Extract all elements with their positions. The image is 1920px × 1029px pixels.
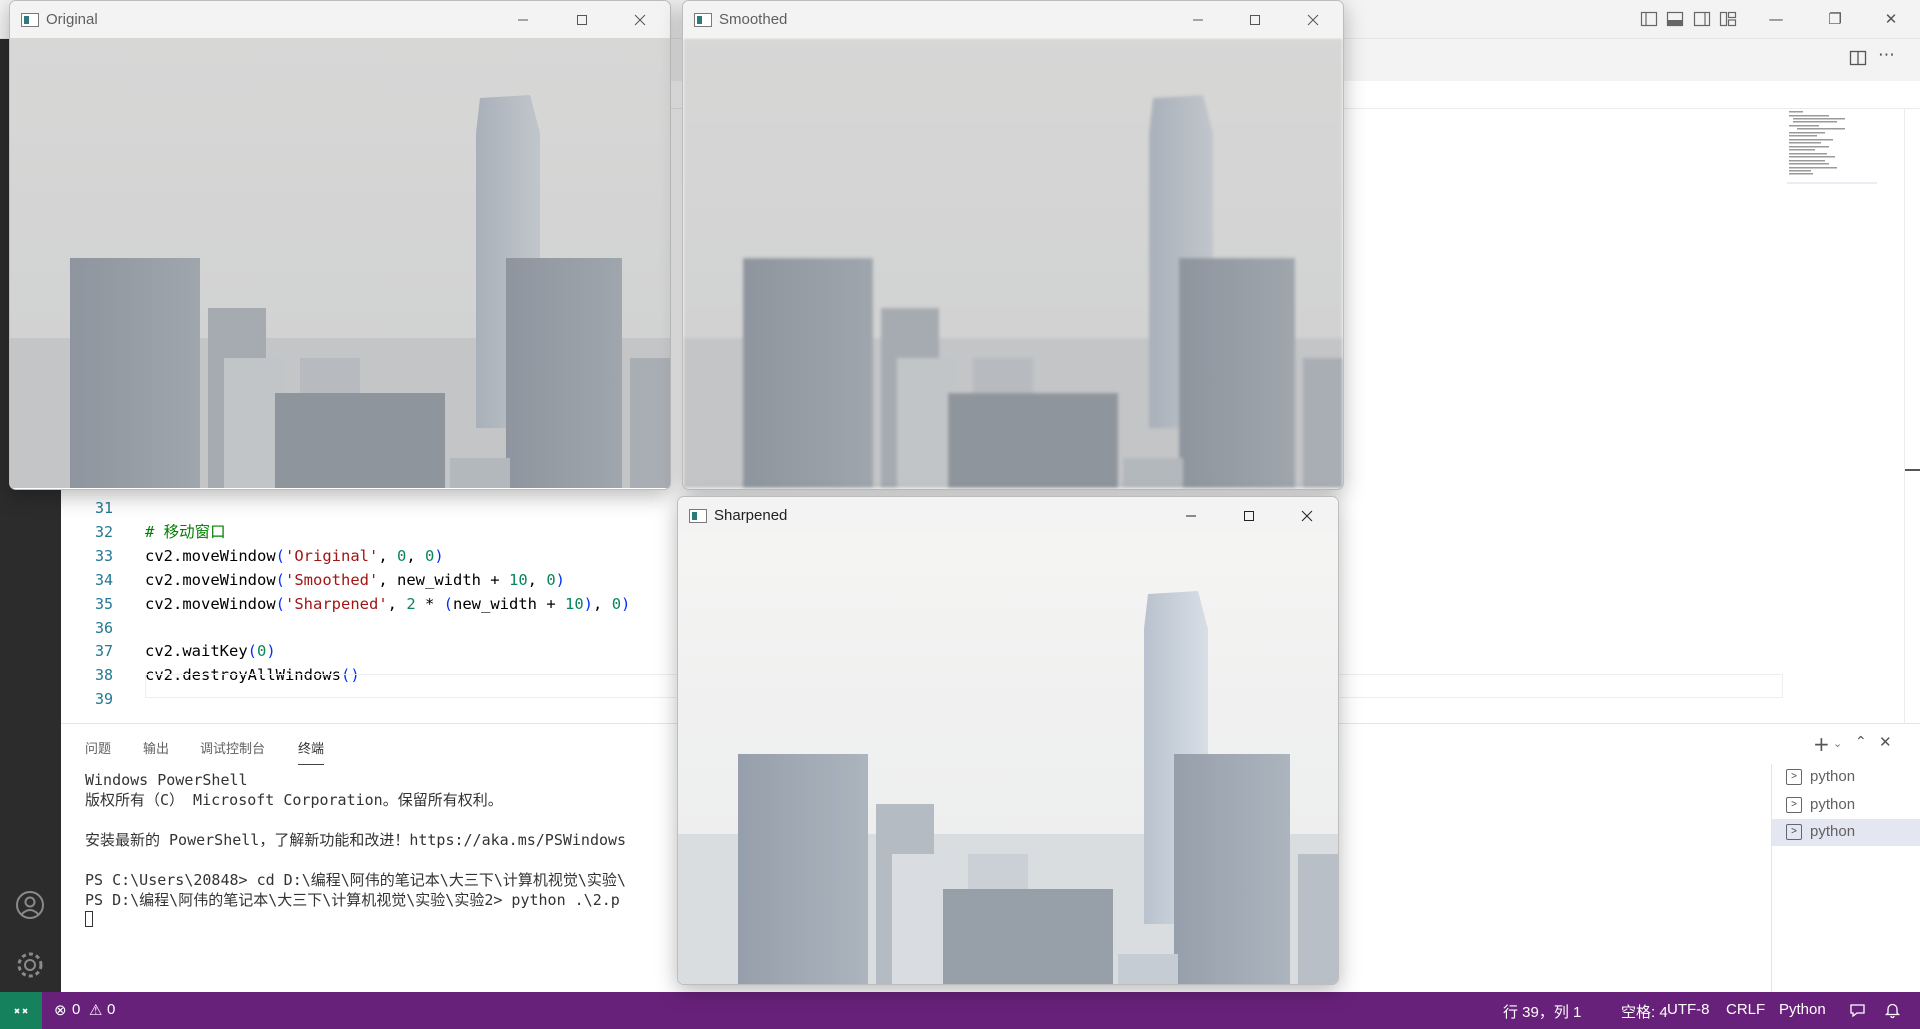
window-smoothed[interactable]: Smoothed	[682, 0, 1344, 490]
terminal-line: 版权所有（C） Microsoft Corporation。保留所有权利。	[85, 791, 503, 809]
line-number: 32	[94, 522, 113, 541]
code-line[interactable]: cv2.waitKey(0)	[145, 639, 276, 663]
vscode-restore-icon[interactable]: ❐	[1823, 7, 1847, 31]
terminal-instance-item[interactable]: > python	[1772, 819, 1920, 846]
tab-debug-console[interactable]: 调试控制台	[200, 738, 265, 757]
customize-layout-icon[interactable]	[1719, 10, 1737, 28]
terminal-icon: >	[1786, 824, 1802, 840]
vscode-minimize-icon[interactable]: —	[1764, 7, 1788, 31]
minimize-icon[interactable]	[1177, 503, 1205, 529]
split-editor-icon[interactable]	[1849, 49, 1867, 67]
feedback-icon[interactable]	[1849, 1002, 1866, 1019]
window-title: Original	[46, 11, 98, 28]
language-mode[interactable]: Python	[1779, 1001, 1826, 1018]
line-number: 31	[94, 499, 113, 517]
smoothed-image	[683, 38, 1343, 489]
remote-icon	[14, 1007, 28, 1014]
maximize-icon[interactable]	[568, 7, 596, 33]
close-icon[interactable]	[1299, 7, 1327, 33]
terminal-icon: >	[1786, 796, 1802, 813]
close-panel-icon[interactable]: ✕	[1879, 733, 1892, 751]
maximize-panel-icon[interactable]: ⌃	[1855, 734, 1867, 750]
line-number: 37	[94, 642, 113, 661]
code-line[interactable]: cv2.moveWindow('Original', 0, 0)	[145, 544, 444, 568]
terminal-instance-item[interactable]: > python	[1772, 764, 1920, 791]
maximize-icon[interactable]	[1241, 7, 1269, 33]
maximize-icon[interactable]	[1235, 503, 1263, 529]
sharpened-image	[678, 534, 1338, 984]
settings-gear-icon[interactable]	[14, 949, 46, 981]
line-number: 39	[94, 690, 113, 709]
window-original[interactable]: Original	[9, 0, 671, 490]
editor-scrollbar[interactable]	[1904, 109, 1920, 723]
original-image	[10, 38, 670, 489]
more-actions-icon[interactable]: ⋯	[1878, 45, 1895, 65]
terminal-cursor	[85, 911, 93, 927]
opencv-window-icon	[689, 509, 707, 523]
tab-terminal[interactable]: 终端	[298, 738, 325, 765]
close-icon[interactable]	[1293, 503, 1321, 529]
terminal-line: Windows PowerShell	[85, 771, 248, 789]
indentation-setting[interactable]: 空格: 4	[1621, 1001, 1668, 1022]
cursor-position[interactable]: 行 39，列 1	[1503, 1001, 1581, 1022]
line-number: 36	[94, 618, 113, 637]
window-title: Sharpened	[714, 507, 788, 524]
vscode-close-icon[interactable]: ✕	[1879, 7, 1903, 31]
window-original-titlebar[interactable]: Original	[10, 1, 670, 38]
encoding[interactable]: UTF-8	[1667, 1001, 1710, 1018]
minimap[interactable]	[1787, 109, 1877, 189]
code-line[interactable]: # 移动窗口	[145, 520, 226, 544]
code-line[interactable]: cv2.moveWindow('Smoothed', new_width + 1…	[145, 568, 565, 592]
terminal-instance-label: python	[1810, 795, 1856, 813]
warning-count[interactable]: 0	[107, 1001, 115, 1018]
close-icon[interactable]	[626, 7, 654, 33]
line-number: 35	[94, 594, 113, 613]
opencv-window-icon	[694, 13, 712, 27]
scrollbar-cursor-marker	[1905, 469, 1920, 471]
error-count[interactable]: 0	[72, 1001, 80, 1018]
terminal-instance-label: python	[1810, 768, 1856, 785]
line-number: 38	[94, 666, 113, 685]
status-bar: ⊗ 0 ⚠ 0 行 39，列 1 空格: 4 UTF-8 CRLF Python	[0, 992, 1920, 1029]
line-number: 33	[94, 546, 113, 565]
window-title: Smoothed	[719, 11, 788, 28]
remote-indicator[interactable]	[0, 992, 42, 1029]
window-sharpened[interactable]: Sharpened	[677, 496, 1339, 985]
accounts-icon[interactable]	[14, 889, 46, 921]
minimize-icon[interactable]	[509, 7, 537, 33]
terminal-list: > python > python > python	[1771, 764, 1920, 993]
terminal-line: PS C:\Users\20848> cd D:\编程\阿伟的笔记本\大三下\计…	[85, 871, 626, 889]
line-number: 34	[94, 570, 113, 589]
toggle-primary-sidebar-icon[interactable]	[1640, 10, 1658, 28]
minimize-icon[interactable]	[1184, 7, 1212, 33]
warning-icon: ⚠	[89, 1002, 103, 1019]
toggle-panel-icon[interactable]	[1666, 10, 1684, 28]
terminal-icon: >	[1786, 769, 1802, 785]
error-icon: ⊗	[54, 1002, 67, 1019]
tab-problems[interactable]: 问题	[85, 738, 111, 757]
terminal-line: PS D:\编程\阿伟的笔记本\大三下\计算机视觉\实验\实验2> python…	[85, 891, 620, 909]
tab-output[interactable]: 输出	[143, 738, 169, 757]
window-sharpened-titlebar[interactable]: Sharpened	[678, 497, 1338, 534]
code-line[interactable]: cv2.moveWindow('Sharpened', 2 * (new_wid…	[145, 592, 630, 616]
new-terminal-icon[interactable]: +	[1813, 732, 1830, 756]
terminal-instance-label: python	[1810, 823, 1856, 840]
terminal-line: 安装最新的 PowerShell，了解新功能和改进！https://aka.ms…	[85, 831, 627, 849]
window-smoothed-titlebar[interactable]: Smoothed	[683, 1, 1343, 38]
line-ending[interactable]: CRLF	[1726, 1001, 1765, 1018]
opencv-window-icon	[21, 13, 39, 27]
toggle-secondary-sidebar-icon[interactable]	[1693, 10, 1711, 28]
terminal-dropdown-icon[interactable]: ⌄	[1833, 737, 1842, 750]
notifications-bell-icon[interactable]	[1884, 1001, 1901, 1019]
terminal-instance-item[interactable]: > python	[1772, 792, 1920, 819]
